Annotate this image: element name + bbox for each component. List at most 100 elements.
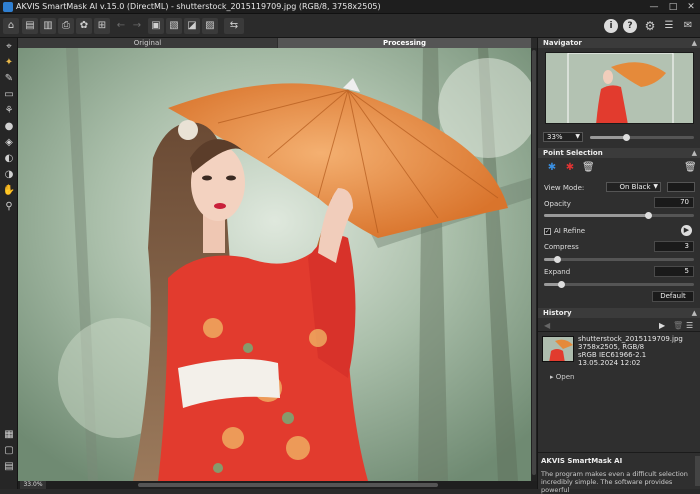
bucket-tool-icon[interactable]: ◑ xyxy=(2,168,16,182)
about-title: AKVIS SmartMask AI xyxy=(541,457,623,465)
trash-icon[interactable]: 🗑 xyxy=(684,162,697,174)
compress-input[interactable]: 3 xyxy=(654,241,694,252)
keep-point-icon[interactable]: ✱ xyxy=(546,162,558,174)
rect-select-tool-icon[interactable]: ▭ xyxy=(2,88,16,102)
slider-fill xyxy=(590,136,626,139)
compress-slider[interactable] xyxy=(544,256,694,263)
history-forward-icon[interactable]: ▶ xyxy=(659,321,665,330)
collapse-icon[interactable]: ▲ xyxy=(692,148,697,158)
slider-knob[interactable] xyxy=(645,212,652,219)
open-file-icon[interactable]: ▤ xyxy=(22,18,38,34)
title-bar: AKVIS SmartMask AI v.15.0 (DirectML) - s… xyxy=(0,0,700,14)
view-mode-select[interactable]: On Black ▼ xyxy=(606,182,661,192)
maximize-button[interactable]: □ xyxy=(667,1,679,13)
slider-knob[interactable] xyxy=(558,281,565,288)
history-back-icon[interactable]: ◀ xyxy=(544,321,550,330)
tab-processing[interactable]: Processing xyxy=(278,38,531,48)
remove-point-icon[interactable]: ✱ xyxy=(564,162,576,174)
select-point-tool-icon[interactable]: ⌖ xyxy=(2,40,16,54)
undo-icon[interactable]: ← xyxy=(113,18,129,34)
navigator-zoom-select[interactable]: 33% ▼ xyxy=(543,132,583,142)
divider xyxy=(538,452,700,453)
point-selection-header[interactable]: Point Selection ▲ xyxy=(538,148,700,158)
tips-icon[interactable]: ☰ xyxy=(661,18,677,34)
slider-knob[interactable] xyxy=(623,134,630,141)
view-mode-icon[interactable]: ⇆ xyxy=(224,18,244,34)
home-icon[interactable]: ⌂ xyxy=(3,18,19,34)
batch-icon[interactable]: ⊞ xyxy=(94,18,110,34)
magic-wand-tool-icon[interactable]: ⚘ xyxy=(2,104,16,118)
canvas-horizontal-scrollbar[interactable] xyxy=(138,483,438,487)
compare-icon[interactable]: ▧ xyxy=(166,18,182,34)
history-file-size: 3758x2505, RGB/8 xyxy=(578,343,645,351)
print-icon[interactable]: ⎙ xyxy=(58,18,74,34)
history-open-label[interactable]: ▸ Open xyxy=(550,373,574,381)
process-icon[interactable]: ▣ xyxy=(148,18,164,34)
expand-slider[interactable] xyxy=(544,281,694,288)
history-open-text: Open xyxy=(555,373,575,381)
play-icon[interactable]: ▶ xyxy=(681,225,692,236)
point-selection-title: Point Selection xyxy=(543,149,603,157)
hand-tool-icon[interactable]: ✋ xyxy=(2,184,16,198)
minimize-button[interactable]: — xyxy=(648,1,660,13)
navigator-zoom-value: 33% xyxy=(547,133,563,141)
divider xyxy=(538,331,700,332)
layers-icon[interactable]: ▤ xyxy=(2,460,16,474)
photo-image xyxy=(18,48,531,481)
cutout-icon[interactable]: ◪ xyxy=(184,18,200,34)
delete-points-icon[interactable]: 🗑 xyxy=(582,162,595,174)
help-icon[interactable]: ? xyxy=(623,19,637,33)
background-color-swatch[interactable] xyxy=(667,182,695,192)
app-logo-icon xyxy=(3,2,13,12)
share-icon[interactable]: ✿ xyxy=(76,18,92,34)
history-header[interactable]: History ▲ xyxy=(538,308,700,318)
navigator-title: Navigator xyxy=(543,39,582,47)
opacity-slider[interactable] xyxy=(544,212,694,219)
ai-refine-checkbox[interactable]: ✓ xyxy=(544,228,551,235)
fill-tool-icon[interactable]: ◐ xyxy=(2,152,16,166)
about-text: The program makes even a difficult selec… xyxy=(541,470,688,494)
background-icon[interactable]: ▨ xyxy=(202,18,218,34)
main-toolbar: ⌂ ▤ ▥ ⎙ ✿ ⊞ ← → ▣ ▧ ◪ ▨ ⇆ i ? ⚙ ☰ ✉ xyxy=(0,14,700,38)
drop-tool-icon[interactable]: ● xyxy=(2,120,16,134)
default-button[interactable]: Default xyxy=(652,291,694,302)
navigator-image xyxy=(546,53,693,123)
navigator-preview[interactable] xyxy=(545,52,694,124)
expand-input[interactable]: 5 xyxy=(654,266,694,277)
history-color-profile: sRGB IEC61966-2.1 xyxy=(578,351,647,359)
canvas-tabs: Original Processing xyxy=(18,38,531,48)
tab-original[interactable]: Original xyxy=(18,38,277,48)
background-color-icon[interactable]: ▢ xyxy=(2,444,16,458)
brush-tool-icon[interactable]: ✎ xyxy=(2,72,16,86)
navigator-header[interactable]: Navigator ▲ xyxy=(538,38,700,48)
history-thumbnail xyxy=(542,336,574,362)
history-menu-icon[interactable]: ☰ xyxy=(686,321,693,330)
info-icon[interactable]: i xyxy=(604,19,618,33)
feedback-icon[interactable]: ✉ xyxy=(680,18,696,34)
about-scrollbar[interactable] xyxy=(695,456,700,486)
canvas-zoom-label[interactable]: 33.0% xyxy=(20,481,46,489)
eraser-tool-icon[interactable]: ◈ xyxy=(2,136,16,150)
point-selection-tool-icon[interactable]: ✦ xyxy=(2,56,16,70)
settings-gear-icon[interactable]: ⚙ xyxy=(642,18,658,34)
scrollbar-thumb[interactable] xyxy=(532,50,536,475)
history-file-name: shutterstock_2015119709.jpg xyxy=(578,335,683,343)
right-panel: Navigator ▲ 33% ▼ Point Selection ▲ ✱ ✱ 🗑… xyxy=(537,38,700,494)
close-button[interactable]: ✕ xyxy=(685,1,697,13)
history-date: 13.05.2024 12:02 xyxy=(578,359,641,367)
history-item-details: shutterstock_2015119709.jpg 3758x2505, R… xyxy=(578,335,683,367)
slider-knob[interactable] xyxy=(554,256,561,263)
redo-icon[interactable]: → xyxy=(129,18,145,34)
image-canvas[interactable] xyxy=(18,48,531,481)
view-mode-label: View Mode: xyxy=(544,184,585,192)
view-mode-value: On Black xyxy=(619,183,651,191)
collapse-icon[interactable]: ▲ xyxy=(692,38,697,48)
navigator-zoom-slider[interactable] xyxy=(590,134,694,141)
transparency-grid-icon[interactable]: ▦ xyxy=(2,428,16,442)
collapse-icon[interactable]: ▲ xyxy=(692,308,697,318)
opacity-input[interactable]: 70 xyxy=(654,197,694,208)
history-delete-icon[interactable]: 🗑 xyxy=(673,321,683,330)
zoom-tool-icon[interactable]: ⚲ xyxy=(2,200,16,214)
save-file-icon[interactable]: ▥ xyxy=(40,18,56,34)
history-item[interactable]: shutterstock_2015119709.jpg 3758x2505, R… xyxy=(542,335,698,368)
